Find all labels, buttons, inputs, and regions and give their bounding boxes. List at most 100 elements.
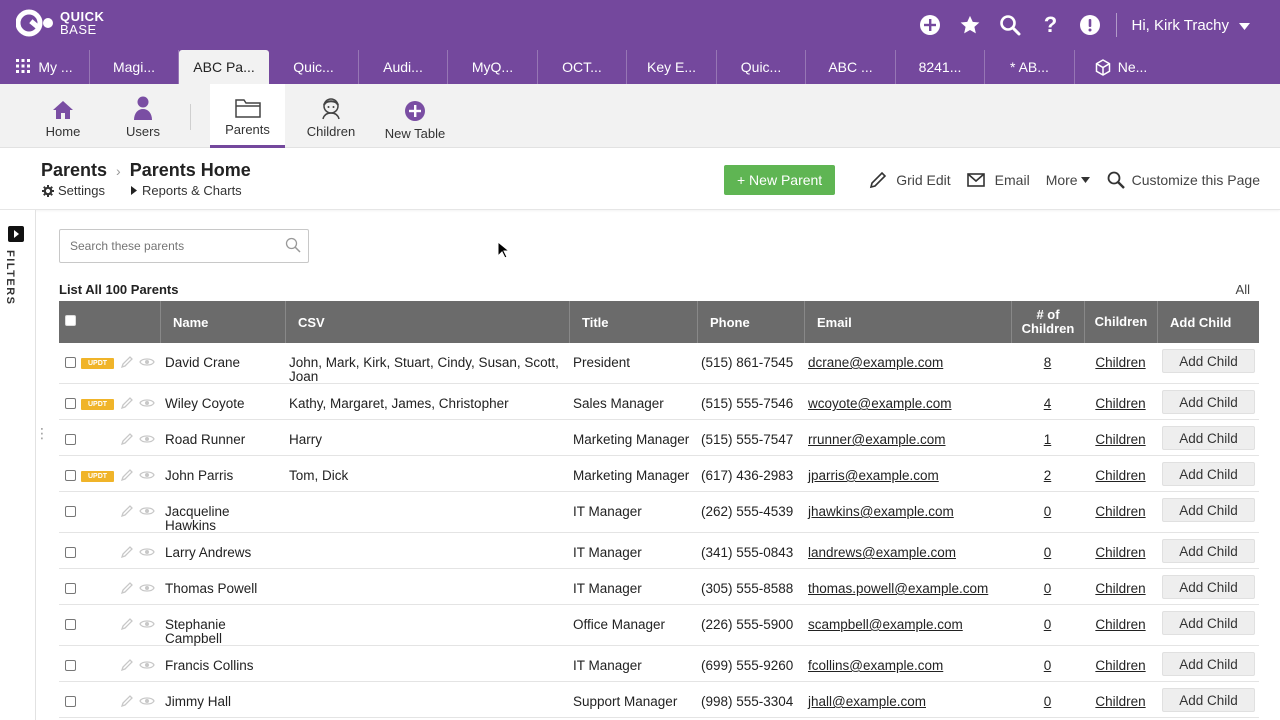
cell-count[interactable]: 0 bbox=[1011, 695, 1084, 709]
cell-children[interactable]: Children bbox=[1084, 505, 1157, 519]
cell-email[interactable]: jhall@example.com bbox=[808, 695, 1008, 709]
nav-new-table[interactable]: New Table bbox=[380, 86, 450, 150]
row-checkbox[interactable] bbox=[65, 357, 76, 368]
app-tab[interactable]: Magi... bbox=[90, 50, 179, 84]
updt-badge[interactable]: UPDT bbox=[81, 471, 114, 482]
cell-children[interactable]: Children bbox=[1084, 695, 1157, 709]
quickbase-logo[interactable]: QUICK BASE bbox=[15, 8, 104, 38]
cell-children[interactable]: Children bbox=[1084, 469, 1157, 483]
cell-children[interactable]: Children bbox=[1084, 659, 1157, 673]
cell-count[interactable]: 0 bbox=[1011, 659, 1084, 673]
view-record-icon[interactable] bbox=[139, 397, 155, 412]
edit-record-icon[interactable] bbox=[120, 355, 134, 372]
cell-count[interactable]: 0 bbox=[1011, 505, 1084, 519]
nav-users[interactable]: Users bbox=[113, 84, 173, 148]
star-icon[interactable] bbox=[950, 0, 990, 50]
nav-parents[interactable]: Parents bbox=[210, 84, 285, 148]
app-tab-my-apps[interactable]: My ... bbox=[0, 50, 90, 84]
view-record-icon[interactable] bbox=[139, 618, 155, 633]
view-record-icon[interactable] bbox=[139, 695, 155, 710]
cell-email[interactable]: thomas.powell@example.com bbox=[808, 582, 1008, 596]
app-tab-active[interactable]: ABC Pa... bbox=[179, 50, 269, 84]
cell-children[interactable]: Children bbox=[1084, 433, 1157, 447]
view-record-icon[interactable] bbox=[139, 659, 155, 674]
cell-email[interactable]: jhawkins@example.com bbox=[808, 505, 1008, 519]
filters-label[interactable]: FILTERS bbox=[4, 250, 16, 306]
column-header-add-child[interactable]: Add Child bbox=[1157, 301, 1259, 343]
add-child-button[interactable]: Add Child bbox=[1162, 652, 1255, 676]
all-link[interactable]: All bbox=[1236, 282, 1250, 297]
edit-record-icon[interactable] bbox=[120, 432, 134, 449]
add-child-button[interactable]: Add Child bbox=[1162, 688, 1255, 712]
cell-children[interactable]: Children bbox=[1084, 356, 1157, 370]
updt-badge[interactable]: UPDT bbox=[81, 358, 114, 369]
cell-count[interactable]: 4 bbox=[1011, 397, 1084, 411]
edit-record-icon[interactable] bbox=[120, 617, 134, 634]
edit-record-icon[interactable] bbox=[120, 396, 134, 413]
edit-record-icon[interactable] bbox=[120, 504, 134, 521]
view-record-icon[interactable] bbox=[139, 433, 155, 448]
more-menu[interactable]: More bbox=[1046, 172, 1095, 188]
cell-count[interactable]: 0 bbox=[1011, 618, 1084, 632]
grid-edit-button[interactable]: Grid Edit bbox=[869, 171, 951, 189]
nav-home[interactable]: Home bbox=[33, 84, 93, 148]
row-checkbox[interactable] bbox=[65, 583, 76, 594]
column-header-name[interactable]: Name bbox=[160, 301, 285, 343]
alert-icon[interactable] bbox=[1070, 0, 1110, 50]
app-tab[interactable]: ABC ... bbox=[806, 50, 896, 84]
row-checkbox[interactable] bbox=[65, 506, 76, 517]
app-tab[interactable]: Key E... bbox=[627, 50, 717, 84]
user-menu[interactable]: Hi, Kirk Trachy bbox=[1131, 17, 1250, 34]
edit-record-icon[interactable] bbox=[120, 694, 134, 711]
add-icon[interactable] bbox=[910, 0, 950, 50]
add-child-button[interactable]: Add Child bbox=[1162, 575, 1255, 599]
cell-email[interactable]: scampbell@example.com bbox=[808, 618, 1008, 632]
row-checkbox[interactable] bbox=[65, 696, 76, 707]
row-checkbox[interactable] bbox=[65, 470, 76, 481]
cell-children[interactable]: Children bbox=[1084, 582, 1157, 596]
cell-children[interactable]: Children bbox=[1084, 546, 1157, 560]
cell-email[interactable]: fcollins@example.com bbox=[808, 659, 1008, 673]
add-child-button[interactable]: Add Child bbox=[1162, 462, 1255, 486]
app-tab[interactable]: OCT... bbox=[538, 50, 627, 84]
column-header-title[interactable]: Title bbox=[569, 301, 697, 343]
cell-count[interactable]: 0 bbox=[1011, 546, 1084, 560]
search-input[interactable] bbox=[60, 230, 260, 262]
row-checkbox[interactable] bbox=[65, 619, 76, 630]
app-tab-new[interactable]: Ne... bbox=[1075, 50, 1167, 84]
row-checkbox[interactable] bbox=[65, 660, 76, 671]
edit-record-icon[interactable] bbox=[120, 545, 134, 562]
search-icon[interactable] bbox=[990, 0, 1030, 50]
app-tab[interactable]: 8241... bbox=[896, 50, 985, 84]
column-header-csv[interactable]: CSV bbox=[285, 301, 569, 343]
column-header-children[interactable]: Children bbox=[1084, 301, 1157, 343]
cell-count[interactable]: 1 bbox=[1011, 433, 1084, 447]
add-child-button[interactable]: Add Child bbox=[1162, 390, 1255, 414]
select-all-checkbox[interactable] bbox=[65, 315, 76, 326]
column-header-email[interactable]: Email bbox=[804, 301, 1011, 343]
resize-handle-icon[interactable]: ⋮ bbox=[35, 426, 49, 440]
new-parent-button[interactable]: + New Parent bbox=[723, 165, 836, 195]
reports-link[interactable]: Reports & Charts bbox=[130, 183, 242, 198]
cell-count[interactable]: 0 bbox=[1011, 582, 1084, 596]
row-checkbox[interactable] bbox=[65, 398, 76, 409]
app-tab[interactable]: Quic... bbox=[717, 50, 806, 84]
add-child-button[interactable]: Add Child bbox=[1162, 498, 1255, 522]
expand-filters-icon[interactable] bbox=[8, 226, 24, 242]
cell-email[interactable]: rrunner@example.com bbox=[808, 433, 1008, 447]
cell-count[interactable]: 8 bbox=[1011, 356, 1084, 370]
breadcrumb-table[interactable]: Parents bbox=[41, 160, 107, 181]
cell-count[interactable]: 2 bbox=[1011, 469, 1084, 483]
updt-badge[interactable]: UPDT bbox=[81, 399, 114, 410]
customize-page-button[interactable]: Customize this Page bbox=[1107, 171, 1260, 189]
view-record-icon[interactable] bbox=[139, 546, 155, 561]
cell-email[interactable]: dcrane@example.com bbox=[808, 356, 1008, 370]
row-checkbox[interactable] bbox=[65, 434, 76, 445]
view-record-icon[interactable] bbox=[139, 356, 155, 371]
add-child-button[interactable]: Add Child bbox=[1162, 611, 1255, 635]
column-header-phone[interactable]: Phone bbox=[697, 301, 804, 343]
add-child-button[interactable]: Add Child bbox=[1162, 426, 1255, 450]
nav-children[interactable]: Children bbox=[298, 84, 364, 148]
app-tab[interactable]: MyQ... bbox=[448, 50, 538, 84]
help-icon[interactable]: ? bbox=[1030, 0, 1070, 50]
